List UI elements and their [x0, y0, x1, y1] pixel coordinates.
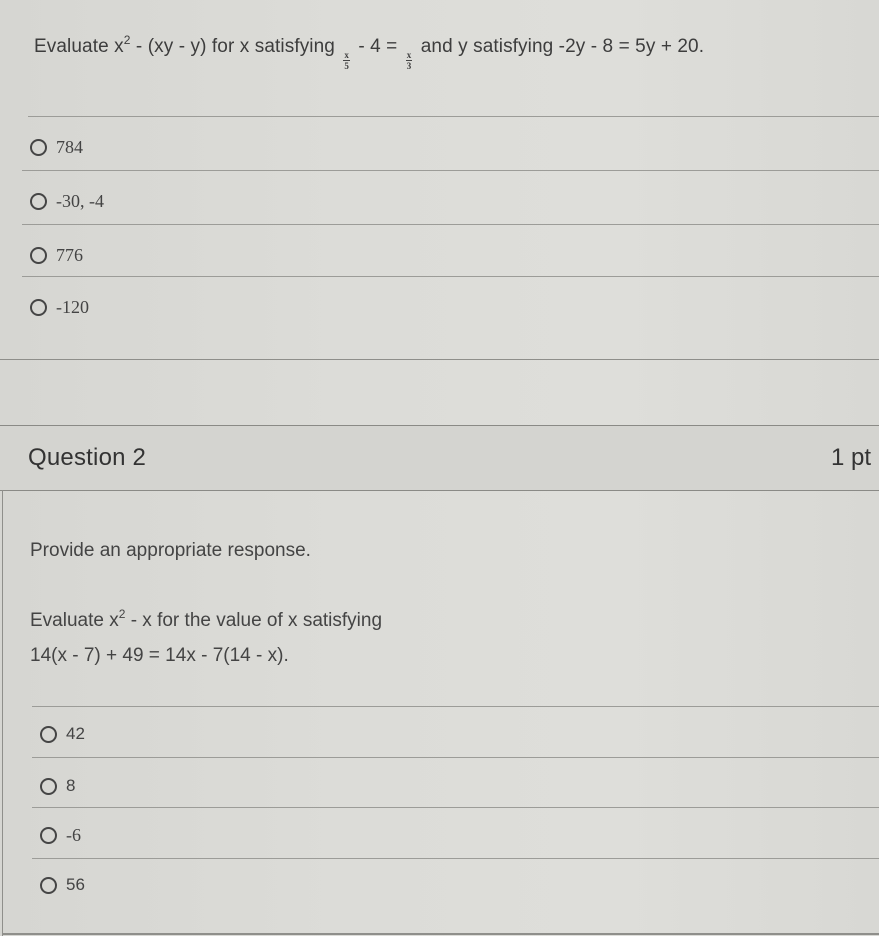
q2-option-4[interactable]: 56: [40, 870, 85, 900]
stem-text: - (xy - y) for x satisfying: [130, 36, 341, 57]
option-label: -6: [66, 824, 81, 845]
radio-button-icon[interactable]: [40, 876, 57, 894]
option-label: 56: [66, 875, 85, 894]
stem-text: - x for the value of x satisfying: [125, 610, 383, 631]
q1-option-3[interactable]: 776: [30, 240, 83, 270]
radio-button-icon[interactable]: [30, 298, 47, 316]
stem-variable: x: [114, 36, 124, 57]
option-label: 776: [56, 244, 83, 265]
question-2-bottom-border: [2, 933, 879, 935]
fraction-x-over-5: x5: [343, 50, 350, 71]
q1-option-1[interactable]: 784: [30, 132, 83, 162]
stem-text: Evaluate: [34, 36, 115, 57]
q1-option-4[interactable]: -120: [30, 292, 89, 322]
stem-text: and y satisfying -2y - 8 = 5y + 20.: [415, 36, 705, 57]
stem-text: Evaluate: [30, 610, 110, 631]
question-2-stem: Evaluate x2 - x for the value of x satis…: [30, 608, 383, 632]
option-label: -30, -4: [56, 190, 104, 211]
q1-option-2[interactable]: -30, -4: [30, 186, 104, 216]
fraction-denominator: 5: [344, 61, 349, 71]
divider: [32, 757, 879, 758]
divider: [22, 276, 879, 277]
radio-button-icon[interactable]: [40, 826, 57, 844]
stem-exponent: 2: [123, 33, 131, 47]
option-label: 784: [56, 136, 83, 157]
divider: [22, 224, 879, 225]
question-1-bottom-border: [0, 359, 879, 360]
header-top-border: [0, 425, 879, 426]
q2-option-3[interactable]: -6: [40, 820, 81, 850]
question-2-left-border: [2, 490, 3, 936]
question-title: Question 2: [28, 444, 147, 471]
fraction-numerator: x: [405, 50, 413, 61]
fraction-x-over-3: x3: [405, 50, 413, 71]
q2-option-1[interactable]: 42: [40, 719, 85, 749]
divider: [28, 116, 879, 117]
fraction-denominator: 3: [406, 61, 412, 71]
header-bottom-border: [0, 490, 879, 491]
divider: [32, 807, 879, 808]
question-prompt: Provide an appropriate response.: [30, 540, 311, 561]
question-2-equation: 14(x - 7) + 49 = 14x - 7(14 - x).: [30, 645, 289, 666]
question-points: 1 pt: [831, 444, 872, 471]
fraction-numerator: x: [343, 50, 350, 61]
quiz-page: Evaluate x2 - (xy - y) for x satisfying …: [0, 0, 879, 936]
radio-button-icon[interactable]: [40, 725, 57, 743]
stem-text: - 4 =: [352, 36, 403, 57]
divider: [32, 706, 879, 707]
radio-button-icon[interactable]: [40, 777, 57, 795]
radio-button-icon[interactable]: [30, 192, 47, 210]
radio-button-icon[interactable]: [30, 138, 47, 156]
question-1-stem: Evaluate x2 - (xy - y) for x satisfying …: [34, 33, 705, 71]
radio-button-icon[interactable]: [30, 246, 47, 264]
q2-option-2[interactable]: 8: [40, 771, 75, 801]
option-label: -120: [56, 296, 89, 317]
option-label: 8: [66, 776, 76, 795]
stem-variable: x: [109, 610, 119, 631]
divider: [32, 858, 879, 859]
option-label: 42: [66, 724, 85, 743]
divider: [22, 170, 879, 171]
